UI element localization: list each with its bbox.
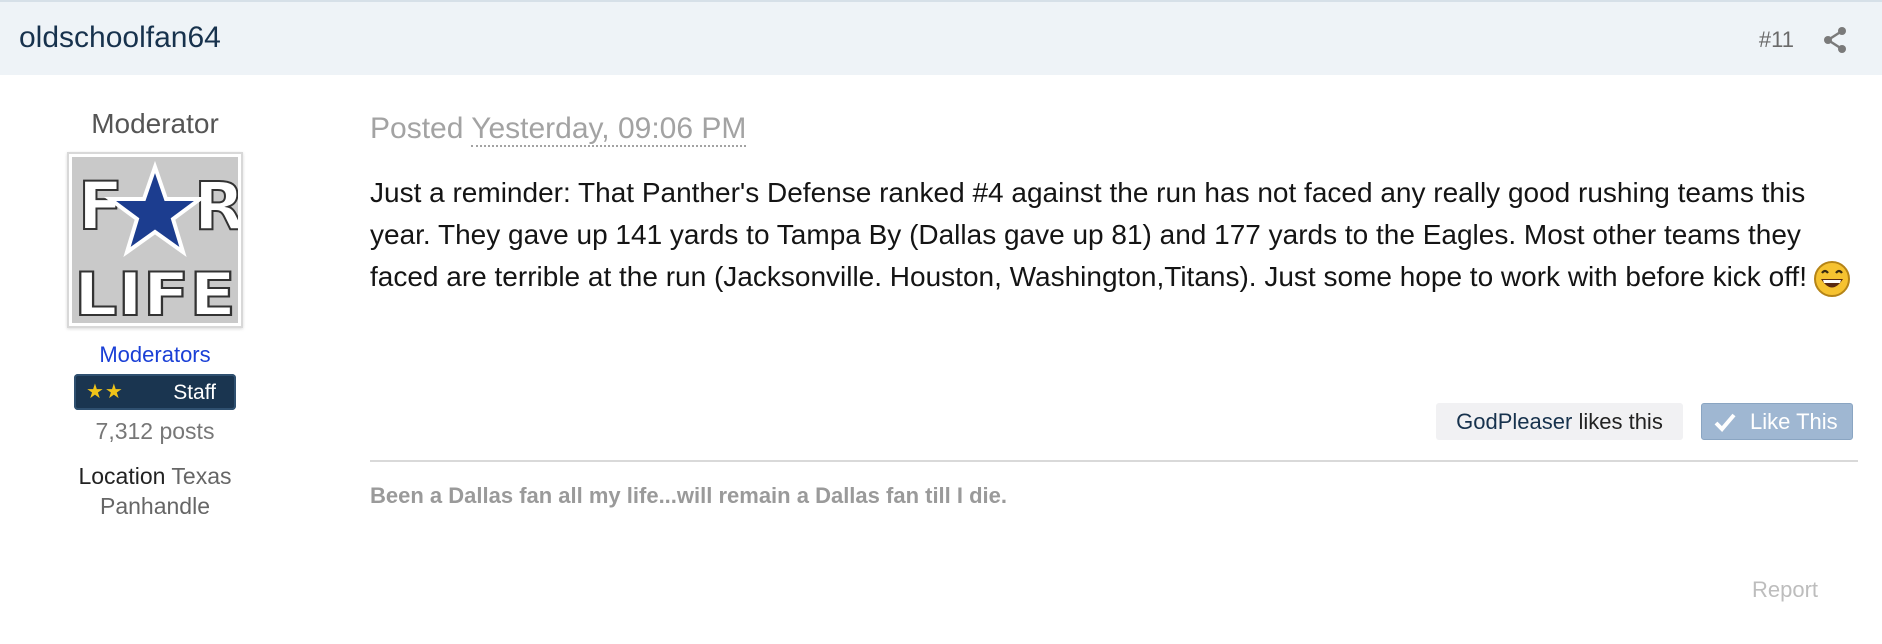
like-button[interactable]: Like This <box>1701 403 1853 440</box>
author-info-panel: Moderator F R LIFE Moderators ★★ Staff 7… <box>50 108 260 521</box>
posted-label: Posted <box>370 112 464 145</box>
post-body-text: Just a reminder: That Panther's Defense … <box>370 177 1807 292</box>
location-label: Location <box>78 463 166 489</box>
post-count: 7,312 posts <box>95 418 215 444</box>
report-link[interactable]: Report <box>1752 577 1818 603</box>
signature-divider <box>370 460 1858 462</box>
avatar-letter-f: F <box>78 168 123 245</box>
location: Location Texas Panhandle <box>50 461 260 521</box>
member-title: Moderator <box>91 108 219 139</box>
laughing-emoji-icon <box>1813 260 1850 297</box>
rank-stars-icon: ★★ <box>86 381 124 403</box>
avatar-word-life: LIFE <box>74 260 236 323</box>
share-icon[interactable] <box>1822 26 1848 54</box>
post-header: oldschoolfan64 #11 <box>0 0 1882 75</box>
avatar-letter-r: R <box>194 168 238 245</box>
author-name-link[interactable]: oldschoolfan64 <box>19 21 221 55</box>
liker-link[interactable]: GodPleaser <box>1456 409 1572 434</box>
posted-date: Yesterday, 09:06 PM <box>471 112 747 147</box>
checkmark-icon <box>1714 413 1736 432</box>
rank-label: Staff <box>173 381 216 404</box>
likes-summary: GodPleaser likes this <box>1436 403 1683 440</box>
signature: Been a Dallas fan all my life...will rem… <box>370 483 1008 508</box>
rank-badge: ★★ Staff <box>74 374 236 410</box>
likes-suffix: likes this <box>1572 409 1663 434</box>
group-link[interactable]: Moderators <box>50 342 260 368</box>
like-button-label: Like This <box>1750 409 1838 434</box>
avatar[interactable]: F R LIFE <box>67 152 243 328</box>
post-number-link[interactable]: #11 <box>1759 27 1794 53</box>
avatar-image: F R LIFE <box>72 157 238 323</box>
posted-line: Posted Yesterday, 09:06 PM <box>370 112 747 147</box>
post-body: Just a reminder: That Panther's Defense … <box>370 172 1865 298</box>
